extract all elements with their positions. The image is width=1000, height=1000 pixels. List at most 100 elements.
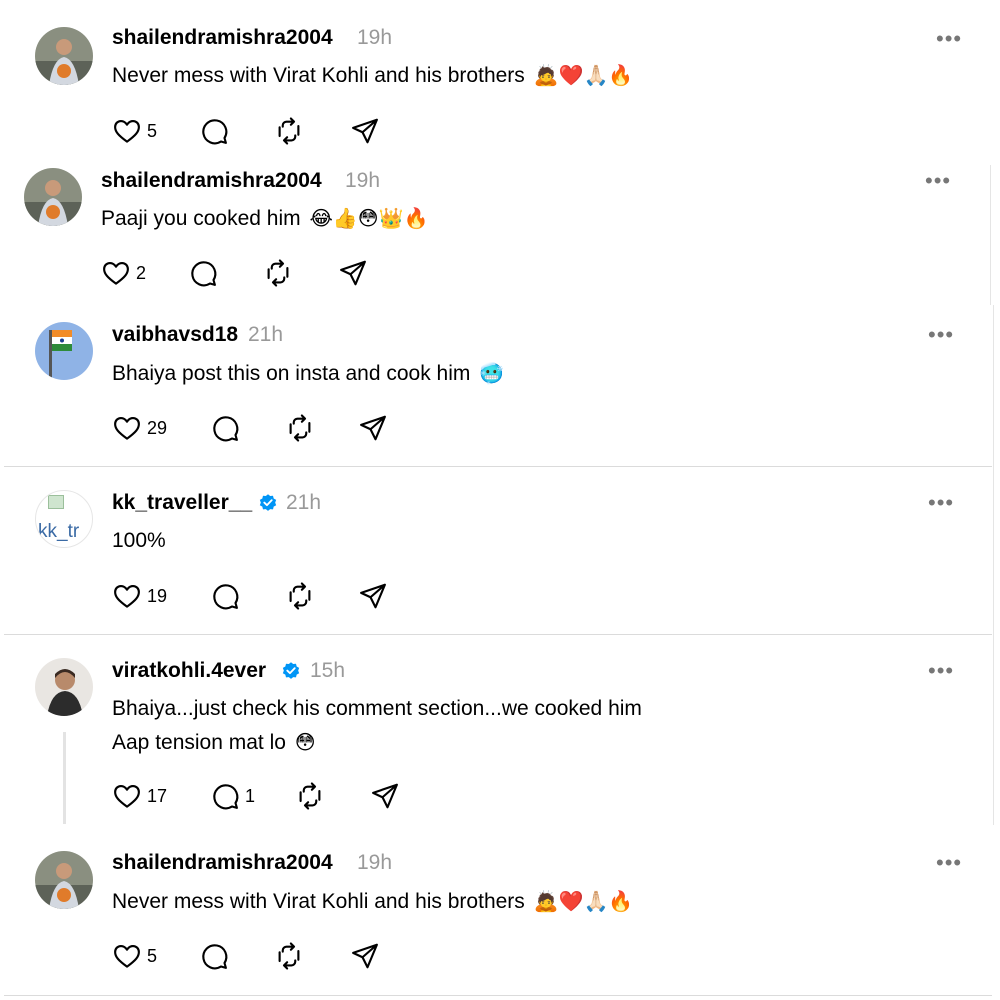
more-icon[interactable]: ••• <box>928 660 954 682</box>
heart-icon <box>112 941 142 971</box>
like-count: 19 <box>147 585 168 606</box>
like-button[interactable]: 5 <box>112 941 157 971</box>
post-text: Bhaiya...just check his comment section.… <box>112 697 642 721</box>
timestamp[interactable]: 19h <box>357 26 392 50</box>
username[interactable]: viratkohli.4ever <box>112 659 266 683</box>
timestamp[interactable]: 21h <box>286 491 321 515</box>
post-text-content: Never mess with Virat Kohli and his brot… <box>112 890 525 913</box>
comment-icon <box>199 941 229 971</box>
comment-button[interactable] <box>210 413 240 443</box>
post-emojis: 🥶 <box>479 361 505 385</box>
divider <box>4 466 992 467</box>
reply-count: 1 <box>245 785 256 806</box>
share-icon <box>350 116 380 146</box>
divider <box>4 634 992 635</box>
share-icon <box>370 781 400 811</box>
repost-icon <box>263 258 293 288</box>
like-button[interactable]: 17 <box>112 781 167 811</box>
comment-button[interactable] <box>199 116 229 146</box>
like-button[interactable]: 5 <box>112 116 157 146</box>
avatar[interactable]: kk_tr <box>35 490 93 548</box>
comment-button[interactable] <box>199 941 229 971</box>
timestamp[interactable]: 19h <box>357 851 392 875</box>
like-button[interactable]: 29 <box>112 413 167 443</box>
comment-button[interactable] <box>210 581 240 611</box>
divider <box>4 995 992 996</box>
share-icon <box>358 413 388 443</box>
verified-icon <box>258 493 278 513</box>
post-emojis: 🙇❤️🙏🏻🔥 <box>533 889 634 913</box>
share-button[interactable] <box>370 781 400 811</box>
post-text: Paaji you cooked him 😂👍😳👑🔥 <box>101 206 428 231</box>
repost-button[interactable] <box>263 258 293 288</box>
post-emojis: 😳 <box>294 730 316 754</box>
username[interactable]: kk_traveller__ <box>112 491 252 515</box>
share-icon <box>338 258 368 288</box>
heart-icon <box>112 116 142 146</box>
username[interactable]: shailendramishra2004 <box>112 26 333 50</box>
comment-icon <box>210 581 240 611</box>
comment-icon <box>188 258 218 288</box>
post-text-content: Bhaiya post this on insta and cook him <box>112 362 471 385</box>
like-button[interactable]: 2 <box>101 258 146 288</box>
more-icon[interactable]: ••• <box>928 324 954 346</box>
repost-icon <box>274 116 304 146</box>
like-count: 17 <box>147 785 168 806</box>
username[interactable]: vaibhavsd18 <box>112 323 238 347</box>
broken-image-icon <box>48 495 64 509</box>
more-icon[interactable]: ••• <box>936 852 962 874</box>
post-text-content: Bhaiya...just check his comment section.… <box>112 697 642 720</box>
avatar[interactable] <box>35 658 93 716</box>
comment-button[interactable]: 1 <box>210 781 255 811</box>
post-text-content: Never mess with Virat Kohli and his brot… <box>112 64 525 87</box>
post-text-content: Aap tension mat lo <box>112 731 286 754</box>
repost-icon <box>274 941 304 971</box>
like-count: 29 <box>147 417 168 438</box>
avatar[interactable] <box>35 851 93 909</box>
comment-icon <box>210 781 240 811</box>
comment-button[interactable] <box>188 258 218 288</box>
username[interactable]: shailendramishra2004 <box>101 169 322 193</box>
more-icon[interactable]: ••• <box>925 170 951 192</box>
share-button[interactable] <box>350 941 380 971</box>
more-icon[interactable]: ••• <box>928 492 954 514</box>
repost-icon <box>285 581 315 611</box>
repost-icon <box>295 781 325 811</box>
share-button[interactable] <box>350 116 380 146</box>
repost-button[interactable] <box>285 413 315 443</box>
panel-edge-line <box>990 165 991 305</box>
like-count: 2 <box>136 262 147 283</box>
like-button[interactable]: 19 <box>112 581 167 611</box>
more-icon[interactable]: ••• <box>936 28 962 50</box>
share-button[interactable] <box>338 258 368 288</box>
comment-icon <box>210 413 240 443</box>
post-text-line-2: Aap tension mat lo 😳 <box>112 730 316 755</box>
share-icon <box>358 581 388 611</box>
heart-icon <box>112 581 142 611</box>
timestamp[interactable]: 19h <box>345 169 380 193</box>
heart-icon <box>112 413 142 443</box>
heart-icon <box>112 781 142 811</box>
share-icon <box>350 941 380 971</box>
avatar[interactable] <box>35 322 93 380</box>
avatar[interactable] <box>35 27 93 85</box>
avatar[interactable] <box>24 168 82 226</box>
post-emojis: 😂👍😳👑🔥 <box>309 206 429 230</box>
thread-line <box>63 732 66 824</box>
share-button[interactable] <box>358 581 388 611</box>
share-button[interactable] <box>358 413 388 443</box>
like-count: 5 <box>147 945 158 966</box>
post-text: Never mess with Virat Kohli and his brot… <box>112 63 633 88</box>
repost-button[interactable] <box>274 941 304 971</box>
post-text: 100% <box>112 529 166 553</box>
post-text-content: Paaji you cooked him <box>101 207 301 230</box>
timestamp[interactable]: 15h <box>310 659 345 683</box>
repost-button[interactable] <box>285 581 315 611</box>
timestamp[interactable]: 21h <box>248 323 283 347</box>
repost-icon <box>285 413 315 443</box>
post-text: Never mess with Virat Kohli and his brot… <box>112 889 633 914</box>
username[interactable]: shailendramishra2004 <box>112 851 333 875</box>
repost-button[interactable] <box>274 116 304 146</box>
post-text-content: 100% <box>112 529 166 552</box>
repost-button[interactable] <box>295 781 325 811</box>
